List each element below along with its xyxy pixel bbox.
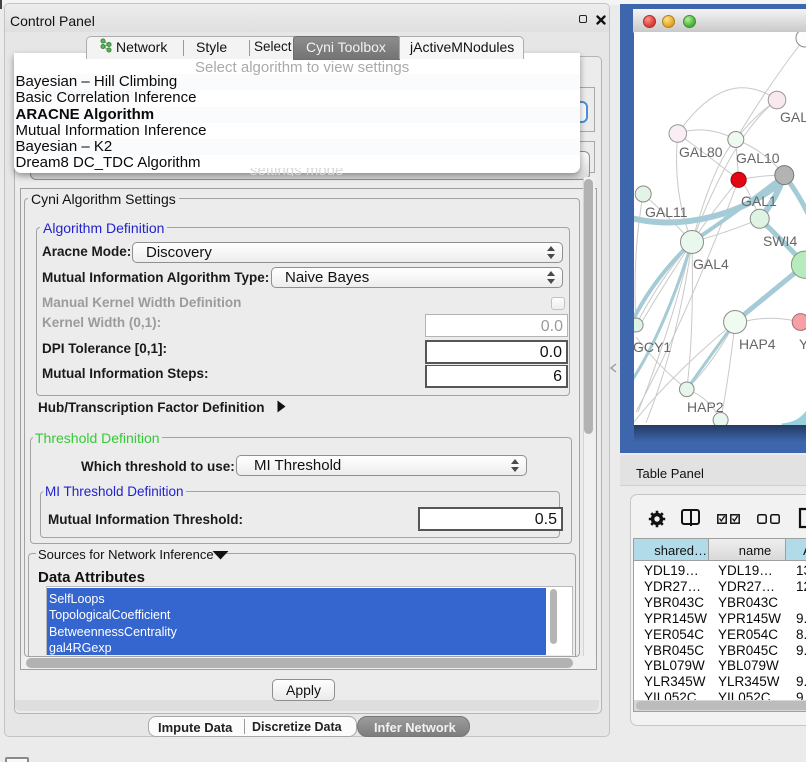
svg-text:GAL10: GAL10 — [736, 150, 780, 166]
svg-text:HAP2: HAP2 — [687, 399, 724, 415]
svg-text:HAP4: HAP4 — [739, 336, 776, 352]
svg-text:GAL: GAL — [780, 109, 806, 125]
svg-text:GAL11: GAL11 — [645, 204, 688, 220]
svg-text:GAL1: GAL1 — [741, 193, 777, 209]
svg-text:SWI4: SWI4 — [763, 233, 797, 249]
svg-text:GAL4: GAL4 — [693, 256, 729, 272]
svg-text:Y: Y — [799, 336, 806, 352]
svg-text:GCY1: GCY1 — [634, 339, 671, 355]
svg-text:GAL80: GAL80 — [679, 144, 723, 160]
